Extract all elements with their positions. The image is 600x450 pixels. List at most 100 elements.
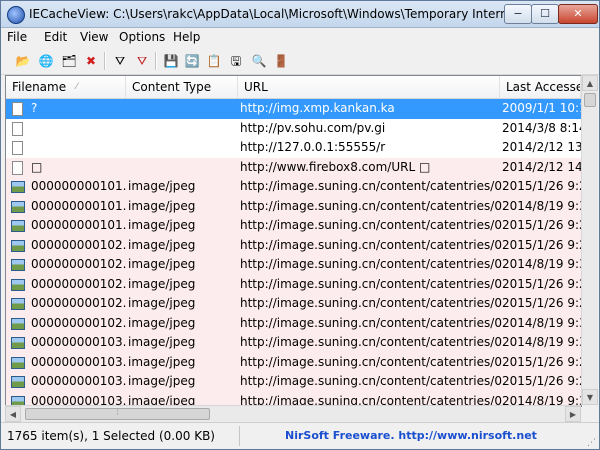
- menu-view[interactable]: View: [80, 30, 108, 44]
- list-header: Filename ⁄ Content Type URL Last Accesse…: [6, 76, 581, 99]
- document-icon: [12, 102, 23, 116]
- scroll-down-icon[interactable]: ▼: [582, 389, 598, 405]
- content-type-cell: image/jpeg: [128, 198, 196, 213]
- content-type-cell: [128, 158, 238, 178]
- table-row[interactable]: 000000000101... image/jpeg http://image.su…: [6, 196, 581, 216]
- filename-cell: [31, 119, 126, 139]
- filename-cell: 000000000103...: [31, 335, 126, 349]
- column-header-filename[interactable]: Filename ⁄: [6, 76, 126, 98]
- table-row[interactable]: 000000000103... image/jpeg http://image.su…: [6, 333, 581, 353]
- close-button[interactable]: ✕: [558, 4, 598, 24]
- content-type-cell: image/jpeg: [128, 315, 196, 330]
- scroll-up-icon[interactable]: ▲: [582, 75, 598, 91]
- filter-remove-icon[interactable]: ⛛: [134, 53, 150, 69]
- last-accessed-cell: 2014/8/19 9:3: [502, 198, 581, 213]
- column-header-content-type[interactable]: Content Type: [126, 76, 238, 98]
- exit-icon[interactable]: 🚪: [273, 53, 289, 69]
- url-cell: http://image.suning.cn/content/catentrie…: [240, 179, 502, 193]
- url-cell: http://image.suning.cn/content/catentrie…: [240, 393, 502, 407]
- properties-icon[interactable]: 🖫: [228, 53, 244, 69]
- url-cell: http://pv.sohu.com/pv.gi: [240, 120, 386, 135]
- copy-icon[interactable]: 📋: [206, 53, 222, 69]
- image-file-icon: [11, 278, 25, 291]
- horizontal-scrollbar[interactable]: ◀ ⦙ ▶: [5, 405, 581, 422]
- maximize-button[interactable]: ☐: [531, 4, 559, 24]
- image-file-icon: [11, 356, 25, 369]
- filename-cell: 000000000103...: [31, 354, 126, 369]
- minimize-button[interactable]: −: [504, 4, 532, 24]
- table-row[interactable]: 000000000103... image/jpeg http://image.su…: [6, 391, 581, 407]
- nirsoft-link[interactable]: NirSoft Freeware. http://www.nirsoft.net: [285, 429, 537, 442]
- filename-cell: □: [31, 159, 43, 174]
- horizontal-scroll-thumb[interactable]: ⦙: [25, 408, 210, 420]
- table-row[interactable]: 000000000102... image/jpeg http://image.su…: [6, 235, 581, 255]
- column-header-url[interactable]: URL: [238, 76, 500, 98]
- table-row[interactable]: 000000000102... image/jpeg http://image.su…: [6, 313, 581, 333]
- last-accessed-cell: 2014/8/19 9:3: [502, 335, 581, 349]
- image-file-icon: [11, 376, 25, 388]
- last-accessed-cell: 2015/1/26 9:2: [502, 296, 581, 310]
- scroll-left-icon[interactable]: ◀: [5, 406, 21, 422]
- toolbar: 📂 🌐 🗂 ✖ ⛛ ⛛ 💾 🔄 📋 🖫 🔍 🚪: [1, 48, 599, 75]
- filename-cell: 000000000101...: [31, 179, 126, 193]
- url-cell: http://image.suning.cn/content/catentrie…: [240, 198, 502, 213]
- filter-icon[interactable]: ⛛: [112, 53, 128, 69]
- image-file-icon: [11, 298, 25, 310]
- table-row[interactable]: 000000000101... image/jpeg http://image.su…: [6, 177, 581, 197]
- last-accessed-cell: 2015/1/26 9:2: [502, 179, 581, 193]
- last-accessed-cell: 2014/3/8 8:14: [502, 120, 581, 135]
- filename-cell: 000000000103...: [31, 374, 126, 388]
- cache-folder-icon[interactable]: 🗂: [61, 53, 77, 69]
- refresh-icon[interactable]: 🔄: [184, 53, 200, 69]
- content-type-cell: image/jpeg: [128, 179, 196, 193]
- menu-file[interactable]: File: [7, 30, 27, 44]
- title-bar[interactable]: IECacheView: C:\Users\rakc\AppData\Local…: [1, 1, 599, 28]
- table-row[interactable]: □ http://www.firebox8.com/URL □ 2014/2/12 …: [6, 157, 581, 178]
- sort-indicator-icon: ⁄: [76, 82, 78, 92]
- list-rows: ? http://img.xmp.kankan.ka 2009/1/1 10:1 ht…: [6, 99, 581, 406]
- url-cell: http://image.suning.cn/content/catentrie…: [240, 315, 502, 330]
- last-accessed-cell: 2014/2/12 14:: [502, 159, 581, 174]
- vertical-scroll-thumb[interactable]: [584, 93, 596, 107]
- table-row[interactable]: 000000000103... image/jpeg http://image.su…: [6, 372, 581, 392]
- table-row[interactable]: 000000000102... image/jpeg http://image.su…: [6, 294, 581, 314]
- delete-icon[interactable]: ✖: [83, 53, 99, 69]
- table-row[interactable]: ? http://img.xmp.kankan.ka 2009/1/1 10:1: [6, 99, 581, 119]
- content-type-cell: image/jpeg: [128, 218, 196, 232]
- toolbar-separator: [104, 52, 106, 70]
- filename-cell: 000000000102...: [31, 237, 126, 252]
- last-accessed-cell: 2015/1/26 9:2: [502, 218, 581, 232]
- vertical-scrollbar[interactable]: ▲ ▼: [581, 75, 598, 405]
- scroll-right-icon[interactable]: ▶: [565, 406, 581, 422]
- table-row[interactable]: http://127.0.0.1:55555/r 2014/2/12 13:: [6, 138, 581, 158]
- find-icon[interactable]: 🔍: [251, 53, 267, 69]
- save-icon[interactable]: 💾: [163, 53, 179, 69]
- table-row[interactable]: 000000000103... image/jpeg http://image.su…: [6, 352, 581, 372]
- status-divider: [239, 426, 240, 446]
- menu-options[interactable]: Options: [119, 30, 165, 44]
- menu-help[interactable]: Help: [173, 30, 200, 44]
- column-header-last-accessed[interactable]: Last Accessed: [500, 76, 581, 98]
- url-cell: http://image.suning.cn/content/catentrie…: [240, 335, 502, 349]
- open-folder-icon[interactable]: 📂: [15, 53, 31, 69]
- image-file-icon: [11, 317, 25, 330]
- toolbar-separator: [155, 52, 157, 70]
- cache-list[interactable]: Filename ⁄ Content Type URL Last Accesse…: [5, 75, 582, 407]
- filename-cell: 000000000102...: [31, 257, 126, 271]
- table-row[interactable]: 000000000102... image/jpeg http://image.su…: [6, 255, 581, 275]
- table-row[interactable]: http://pv.sohu.com/pv.gi 2014/3/8 8:14: [6, 119, 581, 139]
- table-row[interactable]: 000000000101... image/jpeg http://image.su…: [6, 216, 581, 236]
- last-accessed-cell: 2014/8/19 9:3: [502, 257, 581, 271]
- table-row[interactable]: 000000000102... image/jpeg http://image.su…: [6, 274, 581, 294]
- resize-grip-icon[interactable]: ⋰: [587, 438, 597, 448]
- filename-cell: [31, 138, 126, 158]
- content-type-cell: [128, 138, 238, 158]
- app-icon: [7, 6, 25, 24]
- last-accessed-cell: 2015/1/26 9:2: [502, 237, 581, 252]
- content-type-cell: [128, 119, 238, 139]
- globe-icon[interactable]: 🌐: [38, 53, 54, 69]
- filename-cell: 000000000102...: [31, 296, 126, 310]
- content-type-cell: image/jpeg: [128, 276, 196, 291]
- menu-edit[interactable]: Edit: [44, 30, 67, 44]
- image-file-icon: [11, 200, 25, 213]
